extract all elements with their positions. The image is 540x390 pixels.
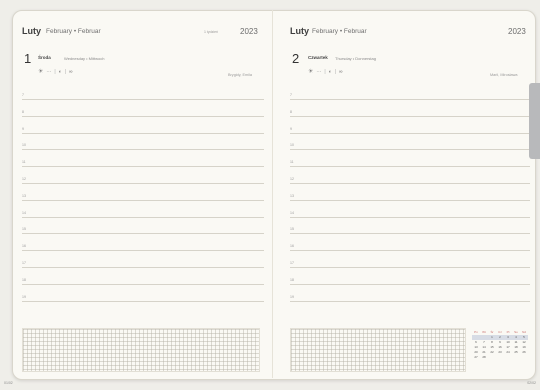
mini-calendar-day: 28 [482,355,486,359]
hour-line[interactable] [290,232,530,235]
hour-label: 8 [22,109,24,114]
hour-line[interactable] [290,300,530,302]
hour-line[interactable] [22,182,264,184]
mini-calendar-day: 27 [474,355,478,359]
moon-icon: ◐ [58,68,62,75]
month-subtitle: February • Februar [46,28,101,35]
hour-line[interactable] [22,232,264,235]
hour-label: 13 [290,193,294,198]
hour-line[interactable] [22,199,264,201]
hour-label: 18 [290,277,294,282]
hour-label: 19 [290,294,294,299]
month-name: Luty [290,26,309,36]
hour-line[interactable] [290,199,530,201]
year: 2023 [508,27,526,36]
moon-icon: ◐ [328,68,332,75]
hour-label: 7 [22,93,24,97]
infinity-icon: ∞ [339,68,343,75]
separator: | [64,68,67,75]
hour-label: 11 [22,160,26,165]
weekday-subtitle: Wednesday • Mittwoch [64,56,105,61]
mini-calendar: Pn Wt Śr Cz Pt So Nd 1 2 3 4 5 6 7 8 9 10 11 12 13 14 15 16 17 1… [472,330,530,360]
hour-label: 14 [290,210,294,215]
namedays: Brygidy, Emila [228,73,252,77]
notes-grid[interactable] [22,328,260,372]
year: 2023 [240,27,258,36]
hour-line[interactable] [290,182,530,184]
hour-label: 15 [22,227,26,232]
day-number: 1 [24,51,32,66]
mini-calendar-day [520,355,528,360]
separator: | [324,68,326,75]
week-label: 1 tydzień [204,30,219,34]
sunrise-sunset-icon: ⋯ [46,68,52,75]
bookmark-tab[interactable] [529,83,540,159]
hour-label: 15 [290,227,294,232]
hour-label: 9 [290,126,292,131]
hour-line[interactable] [22,98,264,100]
weekday-name: Czwartek [308,55,328,60]
hour-label: 13 [22,193,26,198]
mini-calendar-day [504,355,512,360]
right-page: Luty February • Februar 2023 2 Czwartek … [290,10,530,378]
hour-label: 16 [22,244,26,249]
hour-label: 8 [290,109,292,114]
hour-label: 9 [22,126,24,131]
day-number: 2 [292,51,300,66]
month-subtitle: February • Februar [312,28,367,35]
namedays: Marii, Mirosława [490,73,518,77]
hour-line[interactable] [22,216,264,218]
mini-calendar-day [488,355,496,360]
hour-line[interactable] [290,148,530,151]
moon-phase-row: ☀ ⋯ | ◐ | ∞ [38,68,73,76]
sun-icon: ☀ [38,69,44,75]
hour-line[interactable] [290,216,530,218]
hour-label: 17 [22,261,26,265]
hour-line[interactable] [22,165,264,168]
hour-label: 17 [290,261,294,265]
hour-label: 16 [290,244,294,249]
hour-line[interactable] [22,283,264,285]
left-page: Luty February • Februar 1 tydzień 2023 1… [22,10,264,378]
hour-line[interactable] [290,132,530,134]
hour-line[interactable] [290,283,530,285]
hour-line[interactable] [22,132,264,134]
hour-line[interactable] [22,266,264,268]
mini-calendar-day [496,355,504,360]
sunrise-sunset-icon: ⋯ [316,68,322,75]
hour-label: 19 [22,294,26,299]
hour-label: 14 [22,210,26,215]
weekday-name: Środa [38,55,51,60]
sun-icon: ☀ [308,69,314,75]
hour-line[interactable] [22,115,264,117]
notes-grid[interactable] [290,328,466,372]
hour-line[interactable] [290,266,530,268]
hour-line[interactable] [290,115,530,117]
hour-line[interactable] [290,165,530,168]
hour-label: 12 [290,177,294,181]
page-footer-right: 02/02 [527,381,536,385]
moon-phase-row: ☀ ⋯ | ◐ | ∞ [308,68,343,76]
hour-line[interactable] [22,148,264,151]
month-name: Luty [22,26,41,36]
hour-label: 10 [290,143,294,148]
hour-label: 7 [290,93,292,97]
hour-line[interactable] [22,249,264,252]
hour-label: 18 [22,277,26,282]
mini-calendar-week: 27 28 [472,355,530,360]
weekday-subtitle: Thursday • Donnerstag [335,56,376,61]
hour-label: 11 [290,160,294,165]
hour-label: 12 [22,177,26,181]
page-footer-left: 01/02 [4,381,13,385]
spine-divider [272,10,273,378]
hour-line[interactable] [22,300,264,302]
hour-label: 10 [22,143,26,148]
mini-calendar-day [512,355,520,360]
infinity-icon: ∞ [69,68,73,75]
separator: | [334,68,337,75]
hour-line[interactable] [290,249,530,252]
hour-line[interactable] [290,98,530,100]
separator: | [54,68,56,75]
